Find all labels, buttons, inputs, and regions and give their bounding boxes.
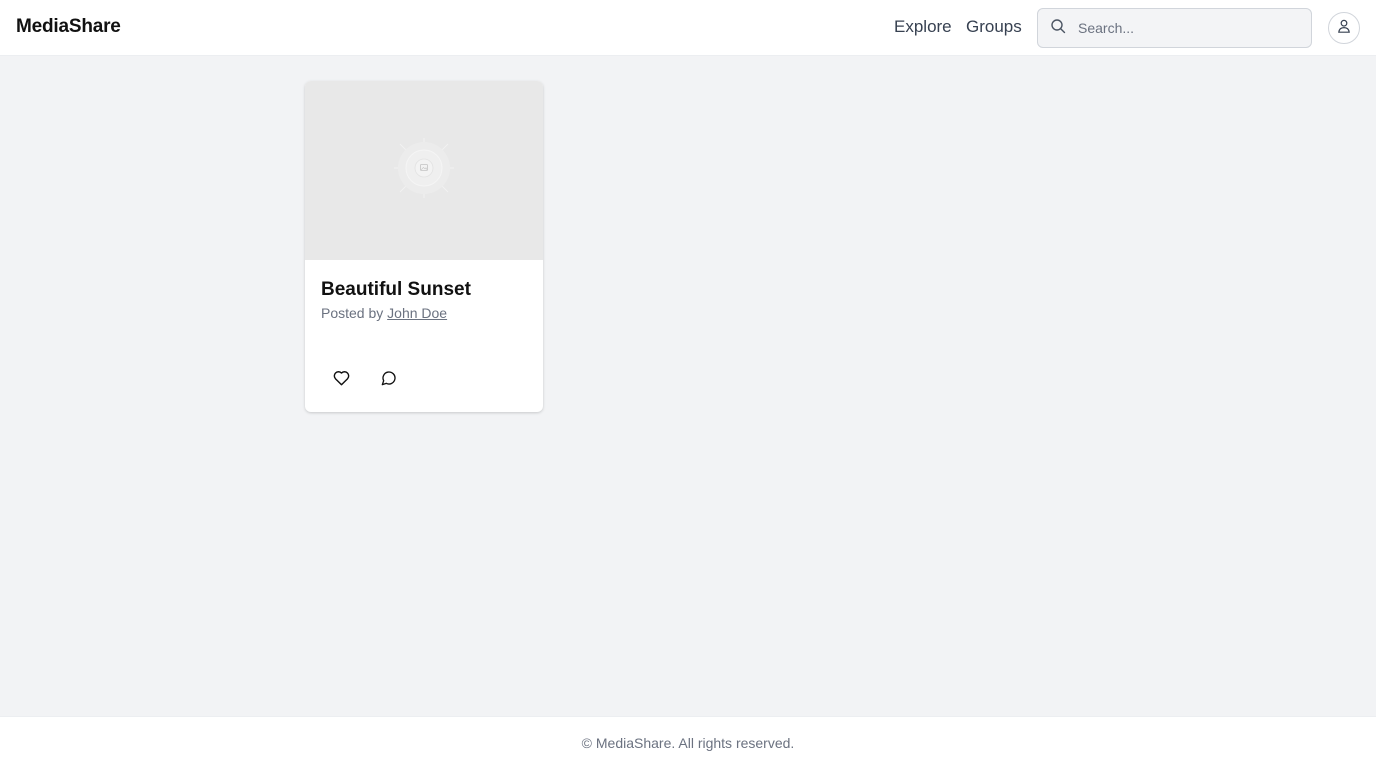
comment-button[interactable] [373,363,405,395]
copyright-text: © MediaShare. All rights reserved. [581,734,795,751]
top-navbar: MediaShare Explore Groups [0,0,1376,56]
post-title[interactable]: Beautiful Sunset [321,279,471,301]
nav-link-groups[interactable]: Groups [966,17,1022,37]
post-image[interactable] [305,81,543,260]
author-link[interactable]: John Doe [387,305,447,321]
heart-icon [333,370,350,389]
footer: © MediaShare. All rights reserved. [0,716,1376,768]
user-menu-button[interactable] [1328,12,1360,44]
page: MediaShare Explore Groups Search... Beau… [0,0,1376,768]
search-icon [1050,18,1066,34]
image-placeholder-icon [392,136,456,205]
nav-link-explore[interactable]: Explore [894,17,952,37]
user-icon [1336,18,1352,39]
byline-prefix: Posted by [321,305,388,321]
site-logo[interactable]: MediaShare [16,16,121,38]
post-byline: Posted by John Doe [321,305,447,321]
comment-icon [381,370,397,389]
like-button[interactable] [325,363,357,395]
post-card[interactable]: Beautiful Sunset Posted by John Doe [305,81,543,412]
search-input[interactable] [1078,9,1308,47]
search-box[interactable] [1037,8,1312,48]
